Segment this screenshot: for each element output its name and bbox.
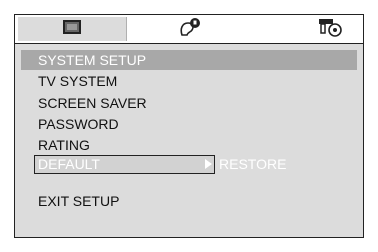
section-header: SYSTEM SETUP <box>21 50 357 70</box>
tab-audio[interactable] <box>305 17 355 41</box>
speaker-disc-icon <box>317 17 343 42</box>
menu-item-exit-setup[interactable]: EXIT SETUP <box>38 192 119 210</box>
tab-general[interactable] <box>18 17 127 41</box>
icon-tab-bar <box>15 15 363 44</box>
submenu-restore[interactable]: RESTORE <box>205 155 286 173</box>
menu-item-rating[interactable]: RATING <box>38 136 90 154</box>
lock-person-icon <box>178 17 202 42</box>
setup-screen: SYSTEM SETUP TV SYSTEM SCREEN SAVER PASS… <box>0 0 378 252</box>
tv-screen-icon <box>62 19 82 40</box>
arrow-right-icon <box>205 159 212 169</box>
tab-parental[interactable] <box>165 17 215 41</box>
setup-menu-panel: SYSTEM SETUP TV SYSTEM SCREEN SAVER PASS… <box>14 14 364 238</box>
menu-item-default[interactable]: DEFAULT <box>34 155 215 174</box>
submenu-restore-label: RESTORE <box>219 156 287 172</box>
menu-item-screen-saver[interactable]: SCREEN SAVER <box>38 94 147 112</box>
menu-item-tv-system[interactable]: TV SYSTEM <box>38 72 117 90</box>
menu-item-password[interactable]: PASSWORD <box>38 115 119 133</box>
